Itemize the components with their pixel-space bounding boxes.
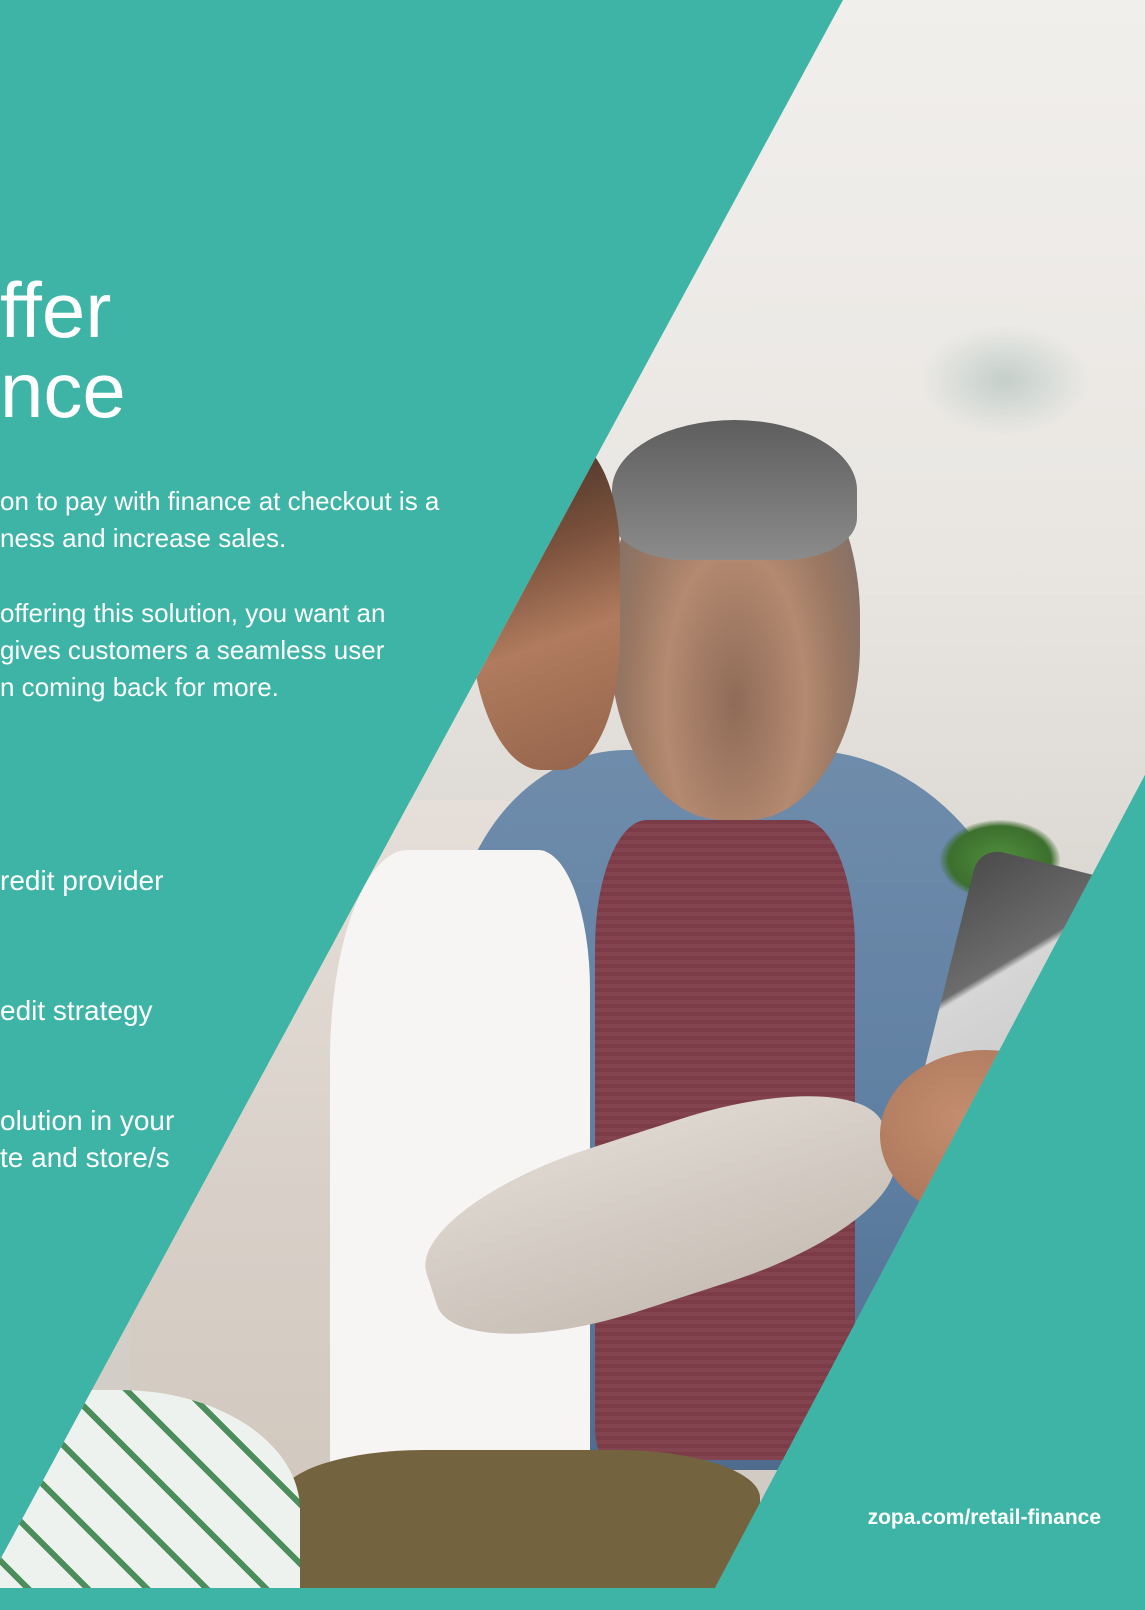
woman-face-shape bbox=[470, 440, 620, 770]
intro-paragraph-2: offering this solution, you want an give… bbox=[0, 598, 386, 702]
list-item: redit provider bbox=[0, 865, 164, 896]
page-headline: ffer nce bbox=[0, 266, 126, 434]
list-item: olution in your te and store/s bbox=[0, 1105, 175, 1173]
trousers-shape bbox=[280, 1450, 760, 1588]
man-hair-shape bbox=[612, 420, 857, 560]
intro-paragraph-1: on to pay with finance at checkout is a … bbox=[0, 486, 440, 553]
footer-url-link[interactable]: zopa.com/retail-finance bbox=[868, 1506, 1101, 1530]
list-item: edit strategy bbox=[0, 995, 153, 1026]
